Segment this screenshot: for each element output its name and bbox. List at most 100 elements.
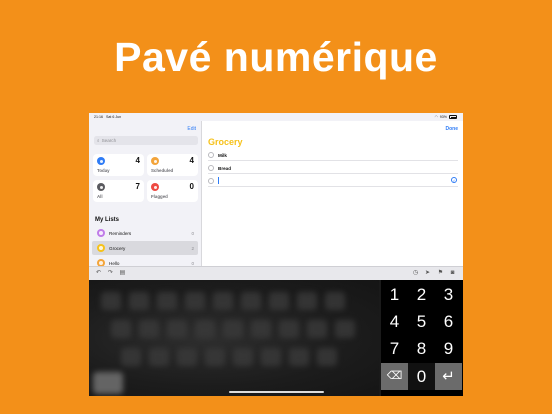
search-placeholder: Search [101, 138, 117, 143]
list-title: Grocery [208, 137, 243, 147]
reminder-item-bread[interactable]: Bread [208, 162, 458, 174]
return-icon[interactable]: ↵ [435, 363, 462, 390]
home-indicator [229, 391, 324, 393]
reminder-item-milk[interactable]: Milk [208, 149, 458, 161]
clock-icon [151, 157, 159, 165]
numpad-key-6[interactable]: 6 [435, 308, 462, 335]
camera-icon[interactable]: ◙ [448, 269, 457, 278]
blurred-key [111, 320, 131, 338]
keyboard-toolbar: ↶ ↷ ▤ ◷ ➤ ⚑ ◙ [89, 266, 463, 280]
flag-icon [151, 183, 159, 191]
blurred-key [139, 320, 159, 338]
blurred-key [269, 292, 289, 310]
list-count: 2 [191, 245, 194, 251]
blurred-key [213, 292, 233, 310]
tile-today[interactable]: 4 Today [93, 154, 144, 176]
redo-icon[interactable]: ↷ [106, 269, 115, 278]
numeric-keypad: 1 2 3 4 5 6 7 8 9 ⌫ 0 ↵ [381, 280, 463, 396]
my-lists-heading: My Lists [95, 217, 120, 223]
list-bullet-icon [97, 244, 105, 252]
reminder-text: Bread [218, 165, 232, 171]
list-count: 0 [191, 230, 194, 236]
blurred-key [317, 348, 337, 366]
blurred-key [205, 348, 225, 366]
detail-pane: Done Grocery Milk Bread i [202, 121, 463, 274]
tile-all[interactable]: 7 All [93, 180, 144, 202]
blurred-key [233, 348, 253, 366]
list-item-grocery[interactable]: Grocery 2 [92, 241, 198, 255]
numpad-key-3[interactable]: 3 [435, 281, 462, 308]
blurred-key [129, 292, 149, 310]
paste-icon[interactable]: ▤ [118, 269, 127, 278]
tray-icon [97, 183, 105, 191]
numpad-key-7[interactable]: 7 [381, 335, 408, 362]
status-bar: 21:16 Sat 6 Jun ◠ 93% [89, 113, 463, 121]
edit-button[interactable]: Edit [187, 126, 196, 132]
battery-icon [449, 115, 457, 119]
blurred-key [289, 348, 309, 366]
blurred-key [185, 292, 205, 310]
checkbox-circle-icon[interactable] [208, 164, 214, 171]
ipad-screen: 21:16 Sat 6 Jun ◠ 93% Edit ⌕ Search 4 To… [89, 113, 463, 396]
blurred-key [93, 372, 123, 394]
location-icon[interactable]: ➤ [423, 269, 432, 278]
blurred-key [167, 320, 187, 338]
status-time: 21:16 [94, 115, 103, 119]
blurred-key [195, 320, 215, 338]
headline: Pavé numérique [114, 34, 438, 80]
blurred-key [279, 320, 299, 338]
done-button[interactable]: Done [446, 126, 459, 132]
blurred-key [157, 292, 177, 310]
clock-icon[interactable]: ◷ [411, 269, 420, 278]
numpad-key-9[interactable]: 9 [435, 335, 462, 362]
numpad-key-0[interactable]: 0 [408, 363, 435, 390]
tile-scheduled[interactable]: 4 Scheduled [147, 154, 198, 176]
battery-percent: 93% [439, 115, 447, 119]
status-right: ◠ 93% [435, 115, 457, 119]
flag-icon[interactable]: ⚑ [436, 269, 445, 278]
tile-count: 0 [189, 182, 194, 191]
delete-icon[interactable]: ⌫ [381, 363, 408, 390]
list-item-reminders[interactable]: Reminders 0 [92, 226, 198, 240]
text-cursor [218, 177, 219, 184]
tile-label: Today [97, 168, 110, 173]
tile-label: Scheduled [151, 168, 174, 173]
numpad-key-4[interactable]: 4 [381, 308, 408, 335]
blurred-key [261, 348, 281, 366]
info-icon[interactable]: i [451, 177, 457, 183]
list-name: Grocery [109, 245, 126, 251]
keyboard: 1 2 3 4 5 6 7 8 9 ⌫ 0 ↵ [89, 280, 463, 396]
list-count: 0 [191, 260, 194, 266]
status-date: Sat 6 Jun [106, 115, 122, 119]
wifi-icon: ◠ [434, 115, 438, 119]
tile-flagged[interactable]: 0 Flagged [147, 180, 198, 202]
checkbox-circle-icon[interactable] [208, 151, 214, 158]
blurred-key [297, 292, 317, 310]
numpad-key-8[interactable]: 8 [408, 335, 435, 362]
blurred-key [121, 348, 141, 366]
numpad-key-1[interactable]: 1 [381, 281, 408, 308]
tile-count: 4 [189, 156, 194, 165]
reminder-item-new[interactable]: i [208, 175, 458, 187]
calendar-icon [97, 157, 105, 165]
numpad-key-2[interactable]: 2 [408, 281, 435, 308]
blurred-key [241, 292, 261, 310]
list-bullet-icon [97, 229, 105, 237]
sidebar: Edit ⌕ Search 4 Today 4 Scheduled 7 All … [89, 121, 201, 274]
numpad-key-5[interactable]: 5 [408, 308, 435, 335]
list-name: Reminders [109, 230, 132, 236]
blurred-keyboard [89, 280, 379, 396]
search-input[interactable]: ⌕ Search [94, 136, 198, 145]
blurred-key [177, 348, 197, 366]
reminder-text: Milk [218, 152, 227, 158]
tile-label: Flagged [151, 194, 168, 199]
undo-icon[interactable]: ↶ [94, 269, 103, 278]
blurred-key [325, 292, 345, 310]
blurred-key [307, 320, 327, 338]
checkbox-circle-icon[interactable] [208, 177, 214, 184]
blurred-key [149, 348, 169, 366]
blurred-key [251, 320, 271, 338]
blurred-key [335, 320, 355, 338]
list-name: Hello [109, 260, 120, 266]
blurred-key [101, 292, 121, 310]
